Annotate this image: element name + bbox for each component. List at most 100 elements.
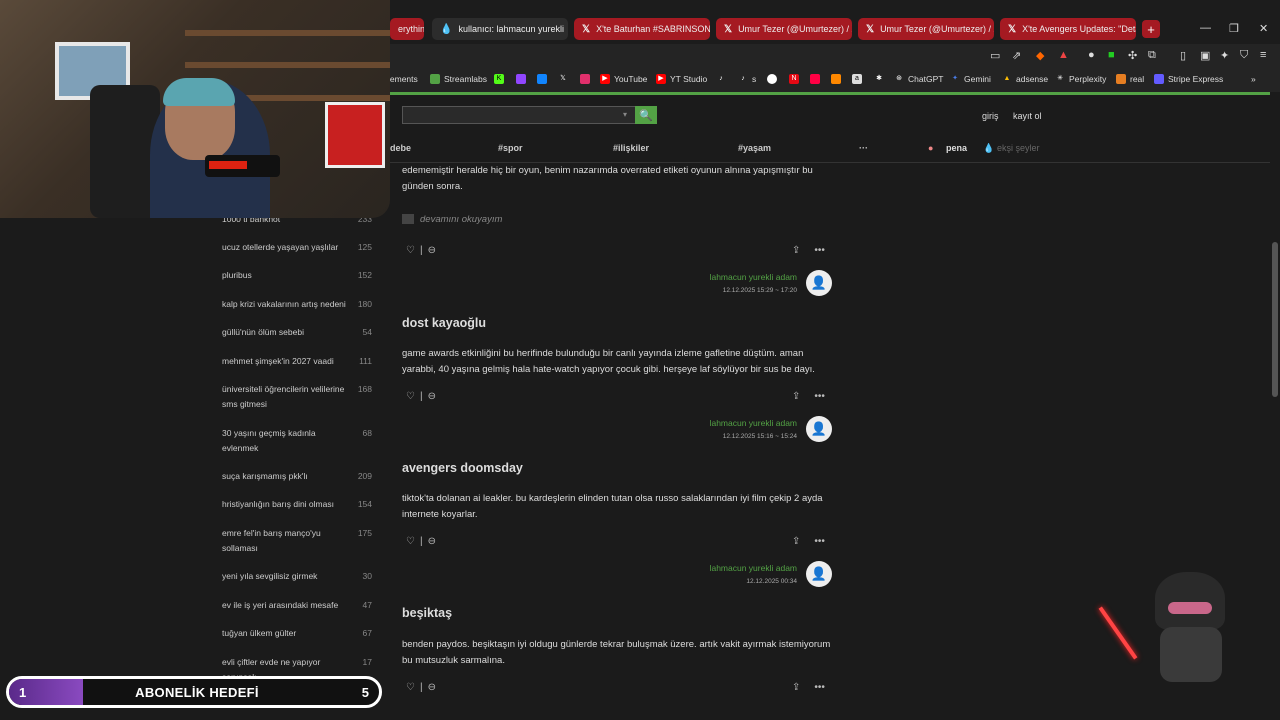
topic-item[interactable]: tuğyan ülkem gülter 67	[222, 626, 382, 641]
bookmark-tiktok[interactable]: ♪	[716, 74, 730, 84]
avatar[interactable]: 👤	[806, 270, 832, 296]
avatar[interactable]: 👤	[806, 416, 832, 442]
share-icon[interactable]: ⇪	[792, 682, 800, 693]
nav-eksi-seyler[interactable]: ekşi şeyler	[997, 143, 1040, 153]
entry-date[interactable]: 12.12.2025 15:16 ~ 15:24	[723, 433, 797, 440]
sidebar-icon[interactable]: ▯	[1180, 49, 1186, 62]
menu-icon[interactable]: ≡	[1260, 49, 1266, 61]
more-icon[interactable]: •••	[814, 391, 825, 402]
minimize-icon[interactable]: —	[1200, 22, 1211, 34]
bookmark-twitch[interactable]	[516, 74, 530, 84]
bookmark-adsense[interactable]: ▲ adsense	[1002, 74, 1049, 84]
entry-title[interactable]: beşiktaş	[402, 606, 452, 620]
topic-item[interactable]: kalp krizi vakalarının artış nedeni 180	[222, 297, 382, 312]
page-scrollbar[interactable]	[1270, 92, 1280, 720]
like-icon[interactable]: ♡	[406, 536, 415, 547]
more-icon[interactable]: •••	[814, 536, 825, 547]
tab-4[interactable]: 𝕏 Umur Tezer (@Umurtezer) / X	[858, 18, 994, 40]
rewards-icon[interactable]: ▲	[1058, 49, 1069, 61]
entry-date[interactable]: 12.12.2025 15:29 ~ 17:20	[723, 287, 797, 294]
nav-debe[interactable]: debe	[390, 143, 411, 153]
bookmark-gemini[interactable]: ✦ Gemini	[950, 74, 991, 84]
bookmark-instagram[interactable]	[580, 74, 594, 84]
screen-icon[interactable]: ▭	[990, 49, 1000, 62]
entry-author[interactable]: lahmacun yurekli adam	[710, 418, 797, 428]
topic-item[interactable]: ev ile iş yeri arasındaki mesafe 47	[222, 598, 382, 613]
bookmark-netflix[interactable]: N	[789, 74, 803, 84]
bookmark[interactable]: ✱	[874, 74, 888, 84]
bookmark-bluesky[interactable]	[537, 74, 551, 84]
topic-item[interactable]: hristiyanlığın barış dini olması 154	[222, 497, 382, 512]
more-icon[interactable]: •••	[814, 245, 825, 256]
brave-shield-icon[interactable]: ◆	[1036, 49, 1044, 62]
dislike-icon[interactable]: ⊖	[428, 682, 436, 693]
bookmark-tiktok-s[interactable]: ♪ s	[738, 74, 756, 84]
more-icon[interactable]: •••	[814, 682, 825, 693]
bookmark[interactable]	[767, 74, 781, 84]
nav-more[interactable]: ···	[859, 143, 868, 153]
chevron-down-icon[interactable]: ▾	[623, 110, 627, 119]
extension-icon[interactable]: ●	[1088, 49, 1095, 61]
bookmark-streamlabs[interactable]: Streamlabs	[430, 74, 487, 84]
close-tab-icon[interactable]: ✕	[564, 23, 568, 36]
bookmark[interactable]: lements	[388, 74, 418, 84]
bookmark[interactable]: a	[852, 74, 866, 84]
close-window-icon[interactable]: ✕	[1259, 22, 1268, 35]
wallet-icon[interactable]: ▣	[1200, 49, 1210, 62]
bookmark-real[interactable]: real	[1116, 74, 1144, 84]
bookmark-stripe[interactable]: Stripe Express	[1154, 74, 1223, 84]
like-icon[interactable]: ♡	[406, 682, 415, 693]
search-button[interactable]: 🔍	[635, 106, 657, 124]
nav-yasam[interactable]: #yaşam	[738, 143, 771, 153]
nav-spor[interactable]: #spor	[498, 143, 523, 153]
like-icon[interactable]: ♡	[406, 245, 415, 256]
avatar[interactable]: 👤	[806, 561, 832, 587]
bookmark-yt-studio[interactable]: ▶ YT Studio	[656, 74, 707, 84]
pena-icon[interactable]: ●	[928, 143, 933, 153]
topic-item[interactable]: mehmet şimşek'in 2027 vaadi 111	[222, 354, 382, 369]
register-link[interactable]: kayıt ol	[1013, 111, 1042, 121]
share-icon[interactable]: ⇪	[792, 536, 800, 547]
share-icon[interactable]: ⇪	[792, 391, 800, 402]
read-more-link[interactable]: devamını okuyayım	[402, 214, 502, 225]
tab-2[interactable]: 𝕏 X'te Baturhan #SABRINSONUS	[574, 18, 710, 40]
nav-iliskiler[interactable]: #ilişkiler	[613, 143, 649, 153]
login-link[interactable]: giriş	[982, 111, 999, 121]
tab-0[interactable]: erything!	[390, 18, 424, 40]
entry-title[interactable]: avengers doomsday	[402, 461, 523, 475]
share-icon[interactable]: ⇪	[792, 245, 800, 256]
topic-item[interactable]: suça karışmamış pkk'lı 209	[222, 469, 382, 484]
topic-item[interactable]: üniversiteli öğrencilerin velilerine sms…	[222, 382, 382, 412]
topic-item[interactable]: emre fel'in barış manço'yu sollaması 175	[222, 526, 382, 556]
bookmark[interactable]	[810, 74, 824, 84]
scroll-thumb[interactable]	[1272, 242, 1278, 397]
search-input[interactable]: ▾	[402, 106, 636, 124]
tab-3[interactable]: 𝕏 Umur Tezer (@Umurtezer) / X	[716, 18, 852, 40]
bookmark-x[interactable]: 𝕏	[558, 74, 572, 84]
entry-title[interactable]: dost kayaoğlu	[402, 316, 486, 330]
topic-item[interactable]: ucuz otellerde yaşayan yaşlılar 125	[222, 240, 382, 255]
vpn-icon[interactable]: ⛉	[1240, 49, 1248, 62]
extension-icon[interactable]: ⧉	[1148, 49, 1156, 62]
topic-item[interactable]: yeni yıla sevgilisiz girmek 30	[222, 569, 382, 584]
bookmark-youtube[interactable]: ▶ YouTube	[600, 74, 647, 84]
new-tab-button[interactable]: +	[1142, 20, 1160, 38]
maximize-icon[interactable]: ❐	[1229, 22, 1239, 35]
puzzle-icon[interactable]: ✣	[1128, 49, 1137, 62]
bookmark-kick[interactable]: K	[494, 74, 508, 84]
extension-icon[interactable]: ■	[1108, 49, 1115, 61]
tab-1-active[interactable]: 💧 kullanıcı: lahmacun yurekli ✕	[432, 18, 568, 40]
leo-icon[interactable]: ✦	[1220, 49, 1229, 62]
entry-author[interactable]: lahmacun yurekli adam	[710, 272, 797, 282]
dislike-icon[interactable]: ⊖	[428, 536, 436, 547]
topic-item[interactable]: 30 yaşını geçmiş kadınla evlenmek 68	[222, 426, 382, 456]
topic-item[interactable]: güllü'nün ölüm sebebi 54	[222, 325, 382, 340]
dislike-icon[interactable]: ⊖	[428, 391, 436, 402]
like-icon[interactable]: ♡	[406, 391, 415, 402]
bookmark[interactable]	[831, 74, 845, 84]
bookmark-perplexity[interactable]: ✳ Perplexity	[1055, 74, 1106, 84]
more-bookmarks-icon[interactable]: »	[1251, 74, 1256, 84]
nav-pena[interactable]: pena	[946, 143, 967, 153]
share-icon[interactable]: ⇗	[1012, 49, 1021, 62]
bookmark-chatgpt[interactable]: ⊛ ChatGPT	[894, 74, 943, 84]
